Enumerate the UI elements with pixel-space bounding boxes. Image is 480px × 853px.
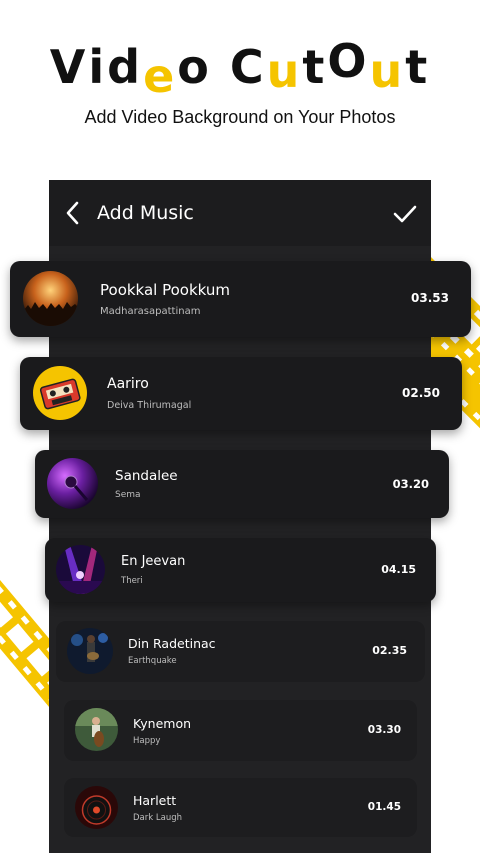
song-title: Din Radetinac <box>128 636 216 651</box>
song-duration: 04.15 <box>381 563 416 576</box>
chevron-left-icon[interactable] <box>63 200 83 226</box>
title-letter: u <box>266 44 303 98</box>
song-album: Deiva Thirumagal <box>107 400 192 411</box>
song-title: Aariro <box>107 376 149 392</box>
song-album: Dark Laugh <box>133 813 182 823</box>
song-duration: 03.53 <box>411 291 449 305</box>
album-art-vinyl <box>75 786 118 829</box>
song-card[interactable]: Pookkal Pookkum Madharasapattinam 03.53 <box>10 261 471 337</box>
header-title: Add Music <box>97 202 194 224</box>
song-title: Harlett <box>133 793 177 808</box>
title-letter: O <box>327 34 370 88</box>
album-art-guitarist <box>67 628 113 674</box>
song-duration: 03.30 <box>367 724 401 736</box>
song-album: Theri <box>121 576 143 586</box>
song-duration: 02.50 <box>402 386 440 400</box>
title-letter: t <box>405 40 431 94</box>
song-duration: 03.20 <box>392 477 429 491</box>
song-duration: 01.45 <box>367 801 401 813</box>
song-title: En Jeevan <box>121 554 186 569</box>
title-letter: e <box>143 49 178 103</box>
song-album: Madharasapattinam <box>100 306 201 317</box>
song-card[interactable]: En Jeevan Theri 04.15 <box>45 538 436 602</box>
song-title: Pookkal Pookkum <box>100 281 230 299</box>
album-art-cassette <box>33 366 87 420</box>
song-album: Sema <box>115 490 141 500</box>
song-album: Earthquake <box>128 656 177 666</box>
title-letter: C <box>229 40 267 94</box>
album-art-microphone <box>47 458 98 509</box>
title-letter: u <box>369 44 406 98</box>
title-letter: V <box>49 40 89 94</box>
song-card[interactable]: Aariro Deiva Thirumagal 02.50 <box>20 357 462 430</box>
title-letter: d <box>107 40 144 94</box>
app-subtitle: Add Video Background on Your Photos <box>84 107 396 127</box>
album-art-cellist <box>75 708 118 751</box>
song-card[interactable]: Kynemon Happy 03.30 <box>64 700 417 761</box>
song-duration: 02.35 <box>372 644 407 657</box>
check-icon[interactable] <box>392 202 418 226</box>
album-art-concert <box>23 271 78 326</box>
song-card[interactable]: Harlett Dark Laugh 01.45 <box>64 778 417 837</box>
song-title: Kynemon <box>133 716 192 731</box>
title-letter: i <box>88 40 108 94</box>
title-letter: o <box>177 40 212 94</box>
app-title: Video CutOut <box>0 38 480 99</box>
song-card[interactable]: Sandalee Sema 03.20 <box>35 450 449 518</box>
song-card[interactable]: Din Radetinac Earthquake 02.35 <box>56 621 425 682</box>
title-letter: t <box>302 40 328 94</box>
song-title: Sandalee <box>115 468 178 484</box>
album-art-stage <box>56 545 105 594</box>
song-album: Happy <box>133 736 161 746</box>
